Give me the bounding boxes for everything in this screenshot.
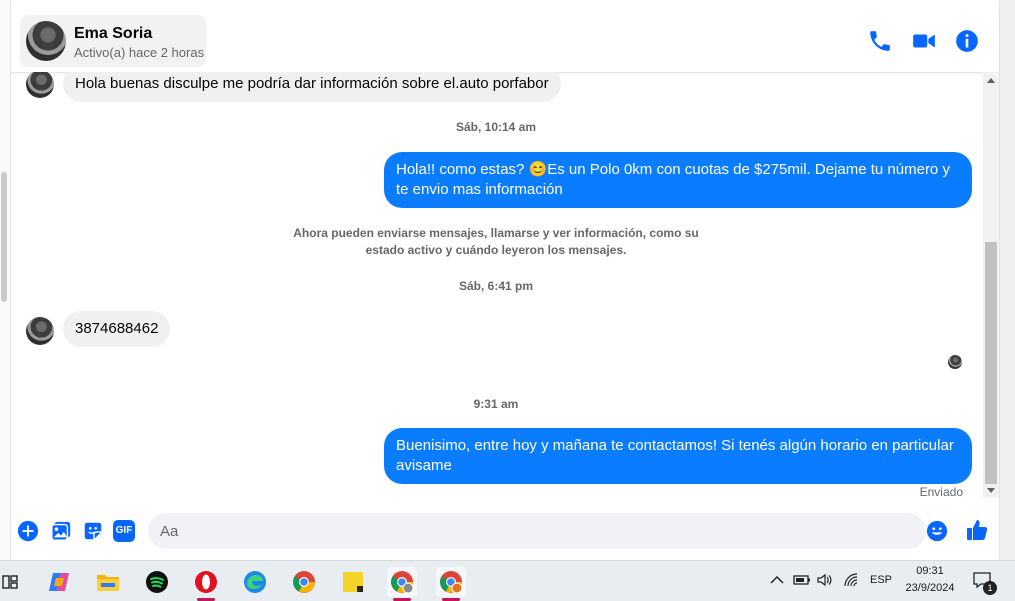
contact-status: Activo(a) hace 2 horas bbox=[74, 45, 205, 60]
scrollbar-thumb[interactable] bbox=[985, 242, 997, 484]
chrome-icon[interactable] bbox=[289, 567, 319, 597]
sticky-notes-icon[interactable] bbox=[338, 567, 368, 597]
wifi-icon[interactable] bbox=[843, 573, 859, 587]
incoming-message[interactable]: 3874688462 bbox=[63, 311, 171, 347]
add-plus-icon[interactable] bbox=[17, 520, 39, 542]
message-input[interactable] bbox=[148, 513, 926, 549]
message-scrollbar[interactable] bbox=[983, 72, 999, 498]
language-indicator[interactable]: ESP bbox=[870, 574, 892, 586]
timestamp: 9:31 am bbox=[473, 397, 519, 411]
windows-taskbar: ESP 09:31 23/9/2024 1 bbox=[0, 560, 1015, 601]
notification-count-badge: 1 bbox=[983, 581, 997, 595]
connection-notice: Ahora pueden enviarse mensajes, llamarse… bbox=[293, 226, 699, 257]
contact-avatar[interactable] bbox=[26, 21, 66, 61]
thumbs-up-icon[interactable] bbox=[965, 518, 989, 542]
sender-avatar[interactable] bbox=[26, 72, 54, 98]
emoji-icon[interactable] bbox=[926, 520, 948, 542]
clock-time[interactable]: 09:31 bbox=[900, 565, 960, 577]
chrome-profile-icon[interactable] bbox=[436, 567, 466, 601]
scroll-down-arrow-icon[interactable] bbox=[987, 488, 995, 493]
opera-icon[interactable] bbox=[191, 567, 221, 601]
photo-gallery-icon[interactable] bbox=[50, 520, 72, 542]
edge-icon[interactable] bbox=[240, 567, 270, 597]
clock-date[interactable]: 23/9/2024 bbox=[900, 582, 960, 594]
copilot-icon[interactable] bbox=[44, 567, 74, 597]
contact-card[interactable]: Ema Soria Activo(a) hace 2 horas bbox=[20, 15, 206, 67]
task-view-icon[interactable] bbox=[0, 567, 20, 597]
outgoing-message[interactable]: Hola!! como estas? 😊Es un Polo 0km con c… bbox=[384, 152, 972, 208]
file-explorer-icon[interactable] bbox=[93, 567, 123, 597]
timestamp: Sáb, 10:14 am bbox=[455, 120, 537, 134]
incoming-message[interactable]: Hola buenas disculpe me podría dar infor… bbox=[63, 72, 561, 102]
scroll-up-arrow-icon[interactable] bbox=[987, 78, 995, 83]
timestamp: Sáb, 6:41 pm bbox=[458, 279, 534, 293]
info-icon[interactable] bbox=[954, 28, 980, 54]
message-list: Hola buenas disculpe me podría dar infor… bbox=[11, 72, 999, 502]
chat-header: Ema Soria Activo(a) hace 2 horas bbox=[11, 10, 999, 73]
sticker-icon[interactable] bbox=[82, 520, 104, 542]
chevron-up-icon[interactable] bbox=[770, 574, 784, 586]
background-scrollbar-thumb bbox=[1, 172, 7, 302]
phone-call-icon[interactable] bbox=[867, 28, 893, 54]
composer-bar: GIF bbox=[11, 505, 999, 557]
chrome-profile-icon[interactable] bbox=[387, 567, 417, 601]
gif-button[interactable]: GIF bbox=[113, 520, 135, 542]
outgoing-message[interactable]: Buenisimo, entre hoy y mañana te contact… bbox=[384, 428, 972, 484]
delivery-status: Enviado bbox=[919, 485, 963, 499]
read-receipt-avatar bbox=[948, 355, 962, 369]
sender-avatar[interactable] bbox=[26, 317, 54, 345]
video-call-icon[interactable] bbox=[911, 28, 937, 54]
battery-icon[interactable] bbox=[793, 574, 811, 586]
spotify-icon[interactable] bbox=[142, 567, 172, 597]
volume-icon[interactable] bbox=[817, 573, 833, 587]
contact-name: Ema Soria bbox=[74, 25, 153, 42]
chat-window: Ema Soria Activo(a) hace 2 horas Hola bu… bbox=[10, 0, 1000, 560]
